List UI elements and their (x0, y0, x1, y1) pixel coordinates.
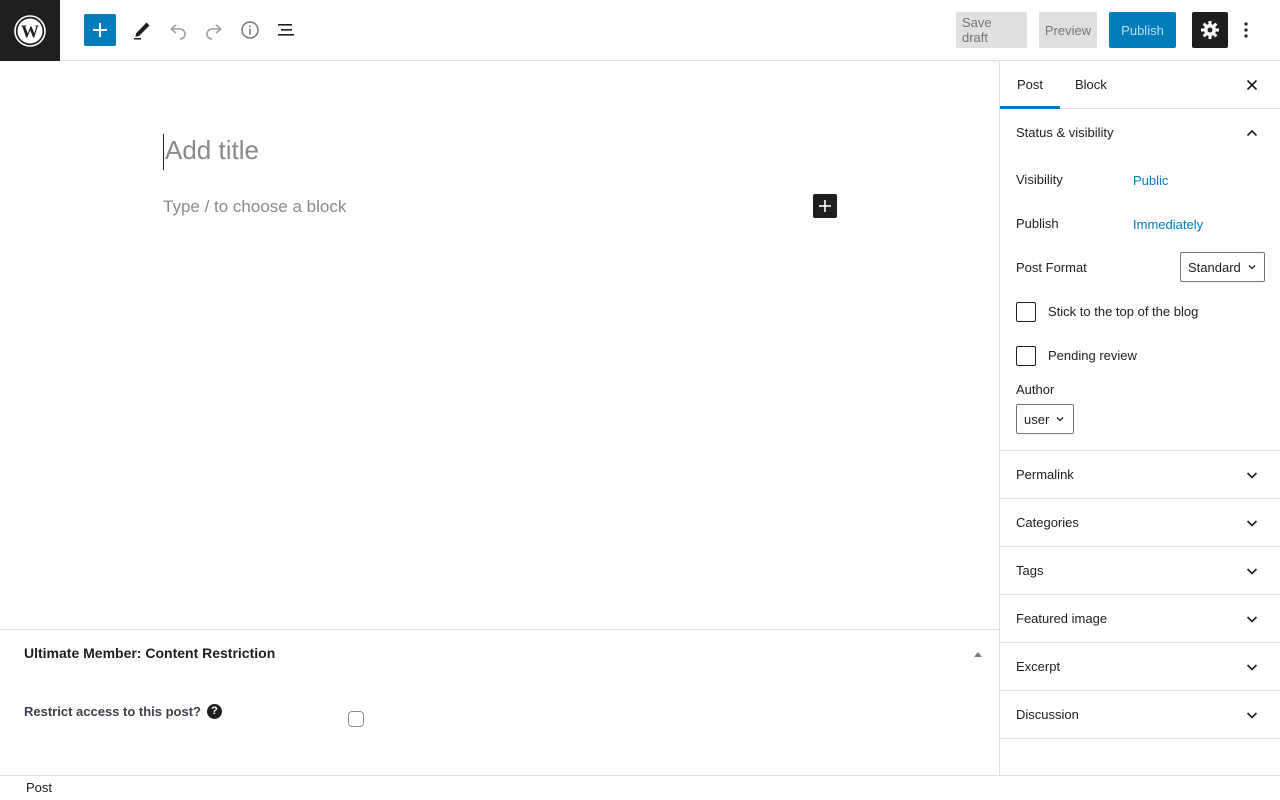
block-inserter-toggle[interactable] (84, 14, 116, 46)
author-label: Author (1016, 382, 1055, 397)
settings-button[interactable] (1192, 12, 1228, 48)
tab-block[interactable]: Block (1075, 61, 1108, 109)
block-breadcrumb: Post (0, 775, 1280, 800)
plus-icon (819, 200, 831, 212)
panel-label: Tags (1016, 563, 1044, 578)
visibility-label: Visibility (1016, 172, 1063, 187)
settings-sidebar: Post Block Status & visibility Visibilit… (999, 61, 1280, 775)
panel-label: Categories (1016, 515, 1079, 530)
panel-discussion[interactable]: Discussion (1000, 691, 1280, 739)
panel-permalink[interactable]: Permalink (1000, 451, 1280, 499)
sticky-checkbox[interactable] (1016, 302, 1036, 322)
wordpress-logo-button[interactable]: W (0, 0, 60, 61)
chevron-down-icon (1246, 616, 1258, 623)
chevron-down-icon (1248, 265, 1256, 270)
svg-text:W: W (21, 21, 39, 41)
visibility-toggle[interactable]: Public (1133, 173, 1168, 188)
default-block-appender[interactable]: Type / to choose a block (163, 197, 346, 217)
redo-icon (206, 24, 222, 40)
triangle-up-icon (974, 652, 982, 657)
chevron-down-icon (1246, 520, 1258, 527)
editor-header: W Save draft Preview Publish (0, 0, 1280, 61)
undo-button[interactable] (162, 14, 194, 46)
wordpress-icon: W (14, 14, 46, 47)
close-sidebar-button[interactable] (1244, 77, 1260, 93)
list-view-button[interactable] (270, 14, 302, 46)
publish-date-toggle[interactable]: Immediately (1133, 217, 1203, 232)
plus-icon (93, 23, 107, 37)
panel-featured-image[interactable]: Featured image (1000, 595, 1280, 643)
panel-label: Permalink (1016, 467, 1074, 482)
publish-button[interactable]: Publish (1109, 12, 1176, 48)
info-icon (241, 21, 259, 39)
pencil-icon (134, 22, 150, 40)
content-restriction-metabox: Ultimate Member: Content Restriction Res… (0, 629, 999, 775)
help-icon[interactable]: ? (207, 704, 222, 719)
pending-review-label: Pending review (1048, 348, 1137, 363)
post-format-label: Post Format (1016, 260, 1087, 275)
chevron-down-icon (1246, 712, 1258, 719)
preview-button[interactable]: Preview (1039, 12, 1097, 48)
save-draft-button[interactable]: Save draft (956, 12, 1027, 48)
panel-tags[interactable]: Tags (1000, 547, 1280, 595)
publish-label: Publish (1016, 216, 1059, 231)
metabox-toggle[interactable] (972, 647, 984, 657)
panel-excerpt[interactable]: Excerpt (1000, 643, 1280, 691)
pending-review-checkbox[interactable] (1016, 346, 1036, 366)
inline-block-inserter[interactable] (813, 194, 837, 218)
author-value: user (1024, 411, 1050, 427)
redo-button[interactable] (198, 14, 230, 46)
sticky-label: Stick to the top of the blog (1048, 304, 1199, 319)
sidebar-tabs: Post Block (1000, 61, 1280, 109)
restrict-access-label: Restrict access to this post? (24, 704, 201, 719)
post-title-input[interactable]: Add title (163, 134, 843, 170)
close-icon (1246, 79, 1258, 91)
chevron-down-icon (1246, 664, 1258, 671)
panel-categories[interactable]: Categories (1000, 499, 1280, 547)
post-format-value: Standard (1188, 259, 1241, 275)
restrict-access-checkbox[interactable] (348, 711, 364, 727)
author-select[interactable]: user (1016, 404, 1074, 434)
chevron-down-icon (1246, 568, 1258, 575)
details-button[interactable] (234, 14, 266, 46)
breadcrumb-item-post[interactable]: Post (26, 780, 52, 795)
tab-post[interactable]: Post (1000, 61, 1060, 109)
panel-label: Excerpt (1016, 659, 1061, 674)
undo-icon (170, 24, 186, 40)
status-visibility-panel: Status & visibility Visibility Public Pu… (1000, 109, 1280, 451)
more-options-button[interactable] (1232, 14, 1260, 46)
chevron-down-icon (1056, 417, 1064, 422)
more-vertical-icon (1244, 22, 1248, 38)
gear-icon (1201, 21, 1219, 39)
status-visibility-toggle[interactable]: Status & visibility (1016, 125, 1114, 140)
metabox-title: Ultimate Member: Content Restriction (24, 645, 276, 661)
panel-label: Featured image (1016, 611, 1108, 626)
panel-label: Discussion (1016, 707, 1079, 722)
tools-button[interactable] (126, 14, 158, 46)
chevron-up-icon[interactable] (1244, 125, 1260, 141)
post-format-select[interactable]: Standard (1180, 252, 1265, 282)
list-view-icon (278, 24, 294, 36)
chevron-down-icon (1246, 472, 1258, 479)
editor-canvas: Add title Type / to choose a block (0, 61, 999, 629)
